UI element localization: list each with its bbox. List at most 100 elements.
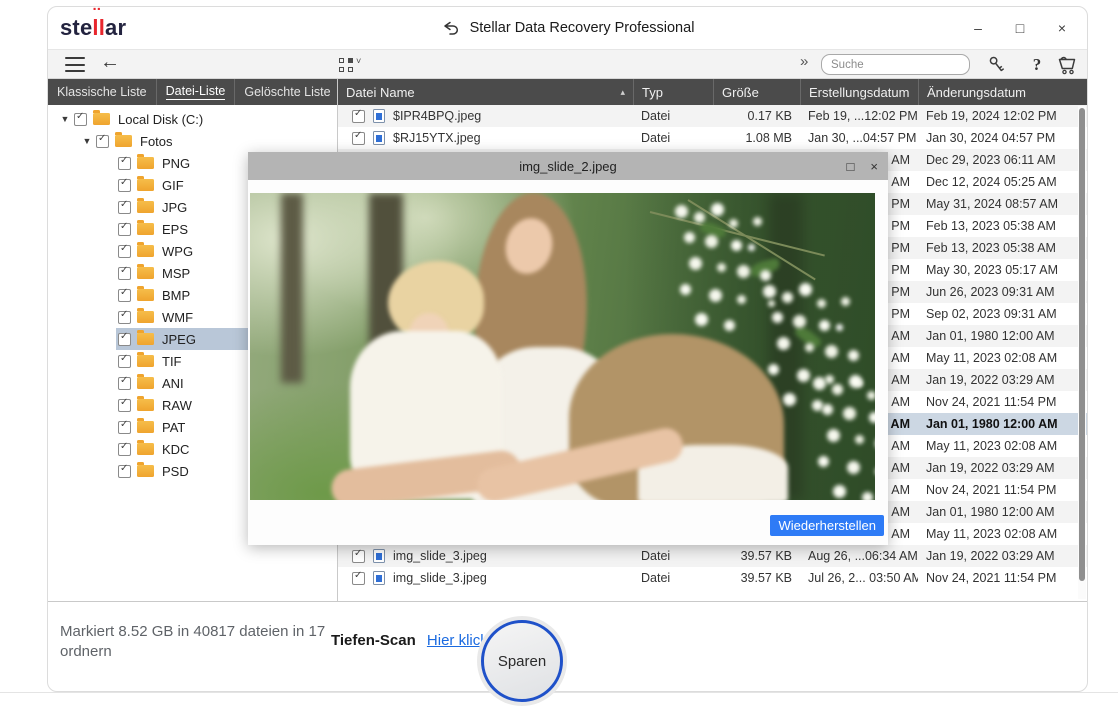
column-header-created[interactable]: Erstellungsdatum (800, 79, 918, 105)
undo-icon (443, 21, 458, 35)
tree-checkbox[interactable] (118, 397, 131, 412)
status-bar: Markiert 8.52 GB in 40817 dateien in 17 … (48, 599, 1087, 691)
tree-checkbox[interactable] (96, 133, 109, 148)
search-box[interactable] (821, 54, 985, 75)
tree-item-fotos[interactable]: ▼ Fotos (48, 130, 337, 152)
tree-checkbox[interactable] (118, 221, 131, 236)
table-row[interactable]: $RJ15YTX.jpeg Datei 1.08 MB Jan 30, ...04:5… (338, 127, 1087, 149)
tree-item-label: WPG (162, 243, 194, 259)
row-checkbox[interactable] (352, 131, 365, 145)
row-checkbox[interactable] (352, 549, 365, 563)
close-button[interactable]: × (1053, 20, 1071, 36)
tree-checkbox[interactable] (118, 309, 131, 324)
file-modified: Nov 24, 2021 11:54 PM (926, 395, 1057, 409)
file-modified: Jan 19, 2022 03:29 AM (926, 549, 1055, 563)
folder-icon (115, 132, 132, 147)
tree-checkbox[interactable] (118, 177, 131, 192)
folder-icon (137, 352, 154, 367)
preview-title-bar[interactable]: img_slide_2.jpeg □ × (248, 152, 888, 180)
table-scrollbar[interactable] (1078, 106, 1086, 599)
deep-scan-label: Tiefen-Scan (331, 632, 416, 649)
file-modified: May 11, 2023 02:08 AM (926, 439, 1058, 453)
table-row[interactable]: img_slide_3.jpeg Datei 39.57 KB Aug 26, ...… (338, 545, 1087, 567)
tab-datei-liste[interactable]: Datei-Liste (157, 79, 236, 105)
help-button[interactable]: ? (1025, 53, 1049, 77)
save-button[interactable]: Sparen (481, 620, 563, 702)
column-header-name[interactable]: Datei Name ▴ (338, 79, 633, 105)
preview-image (250, 193, 875, 500)
column-header-modified[interactable]: Änderungsdatum (918, 79, 1087, 105)
tree-item-label: Local Disk (C:) (118, 111, 204, 127)
tree-item-local-disk-c-[interactable]: ▼ Local Disk (C:) (48, 108, 337, 130)
tree-checkbox[interactable] (118, 419, 131, 434)
list-tabs: Klassische Liste Datei-Liste Gelöschte Lis… (48, 79, 341, 105)
tree-item-label: TIF (162, 353, 182, 369)
expand-toolbar-icon[interactable]: » (800, 53, 808, 70)
file-modified: Feb 19, 2024 12:02 PM (926, 109, 1057, 123)
restore-button[interactable]: Wiederherstellen (770, 515, 884, 536)
file-name: $IPR4BPQ.jpeg (393, 109, 482, 123)
folder-icon (137, 308, 154, 323)
tree-checkbox[interactable] (118, 375, 131, 390)
table-row[interactable]: img_slide_3.jpeg Datei 39.57 KB Jul 26, 2..… (338, 567, 1087, 589)
file-size: 0.17 KB (747, 109, 792, 123)
view-mode-chevron-icon[interactable]: ˅ (356, 56, 361, 66)
file-type: Datei (641, 131, 671, 145)
folder-icon (137, 242, 154, 257)
menu-button[interactable] (65, 57, 85, 72)
minimize-button[interactable]: – (969, 20, 987, 36)
activation-key-button[interactable] (985, 53, 1009, 77)
file-type: Datei (641, 571, 671, 585)
file-modified: Jan 19, 2022 03:29 AM (926, 373, 1055, 387)
folder-icon (137, 330, 154, 345)
sort-ascending-icon: ▴ (620, 86, 625, 97)
file-modified: Dec 29, 2023 06:11 AM (926, 153, 1056, 167)
tree-checkbox[interactable] (118, 243, 131, 258)
file-created: Aug 26, ...06:34 AM (808, 549, 918, 563)
tree-item-label: PSD (162, 463, 189, 479)
preview-maximize-button[interactable]: □ (847, 159, 855, 174)
tab-label: Datei-Liste (165, 84, 226, 100)
tree-checkbox[interactable] (74, 111, 87, 126)
table-row[interactable]: $IPR4BPQ.jpeg Datei 0.17 KB Feb 19, ...12:0… (338, 105, 1087, 127)
folder-icon (137, 220, 154, 235)
file-name: $RJ15YTX.jpeg (393, 131, 481, 145)
tree-checkbox[interactable] (118, 353, 131, 368)
maximize-button[interactable]: □ (1011, 20, 1029, 36)
folder-icon (137, 286, 154, 301)
tree-checkbox[interactable] (118, 265, 131, 280)
tree-item-label: JPEG (162, 331, 196, 347)
preview-window: img_slide_2.jpeg □ × Wiederherstellen (248, 152, 888, 545)
back-button[interactable]: ← (100, 51, 120, 74)
preview-title: img_slide_2.jpeg (519, 158, 617, 174)
file-modified: Jan 01, 1980 12:00 AM (926, 505, 1055, 519)
file-type: Datei (641, 109, 671, 123)
expander-icon[interactable]: ▼ (58, 114, 72, 124)
row-checkbox[interactable] (352, 571, 365, 585)
tree-item-label: ANI (162, 375, 184, 391)
expander-icon[interactable]: ▼ (80, 136, 94, 146)
tree-checkbox[interactable] (118, 155, 131, 170)
tab-label: Klassische Liste (57, 85, 147, 99)
scrollbar-thumb[interactable] (1079, 108, 1085, 582)
folder-icon (137, 418, 154, 433)
file-size: 39.57 KB (740, 549, 792, 563)
tree-checkbox[interactable] (118, 199, 131, 214)
preview-close-button[interactable]: × (870, 159, 878, 174)
column-header-size[interactable]: Größe (713, 79, 800, 105)
tree-checkbox[interactable] (118, 441, 131, 456)
tree-item-label: GIF (162, 177, 184, 193)
tree-checkbox[interactable] (118, 463, 131, 478)
tree-checkbox[interactable] (118, 331, 131, 346)
column-header-type[interactable]: Typ (633, 79, 713, 105)
buy-button[interactable] (1056, 53, 1080, 77)
tab-klassische-liste[interactable]: Klassische Liste (48, 79, 157, 105)
tab-gel-schte-liste[interactable]: Gelöschte Liste (235, 79, 341, 105)
folder-icon (137, 176, 154, 191)
tree-item-label: PAT (162, 419, 186, 435)
tree-item-label: RAW (162, 397, 192, 413)
search-input[interactable] (831, 58, 985, 71)
tree-checkbox[interactable] (118, 287, 131, 302)
view-mode-icon[interactable] (339, 58, 353, 72)
row-checkbox[interactable] (352, 109, 365, 123)
